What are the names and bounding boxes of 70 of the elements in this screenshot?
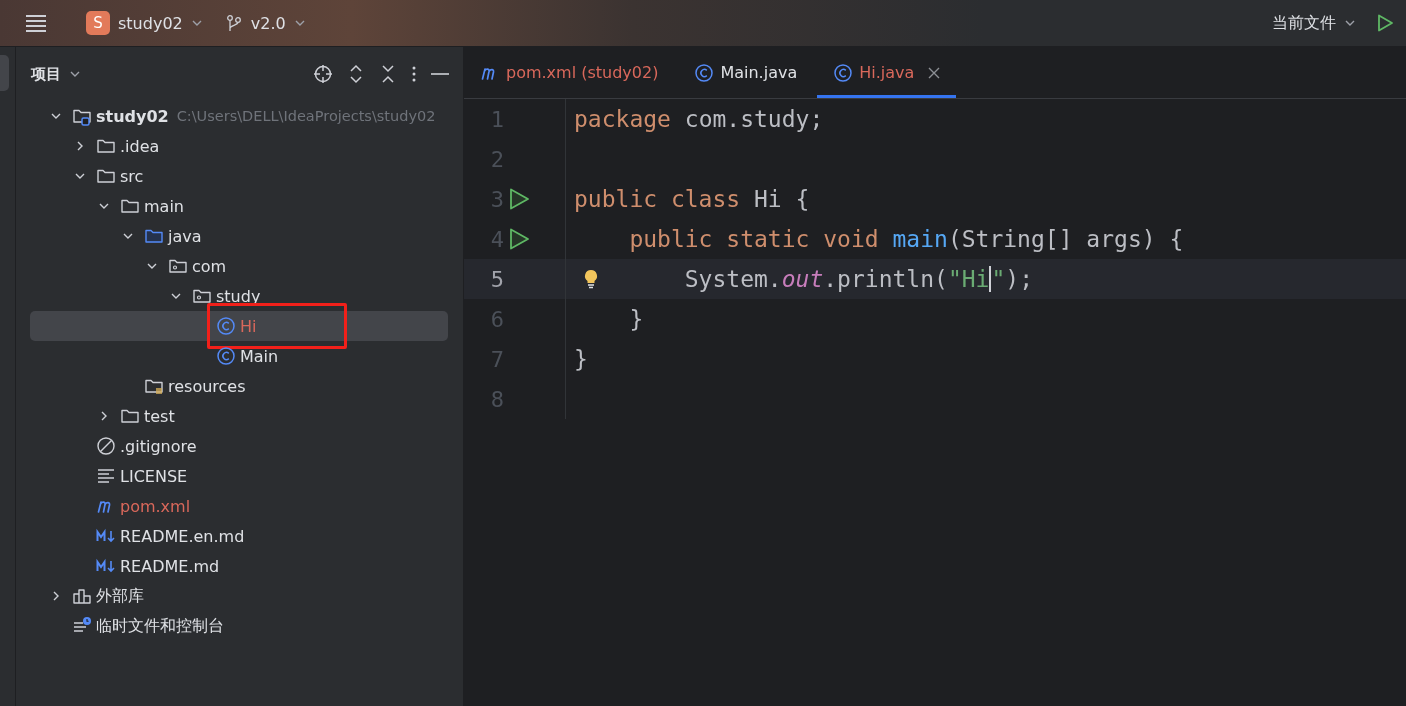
class-icon [216,316,236,336]
project-name[interactable]: study02 [118,13,183,33]
minimize-icon[interactable] [431,72,449,76]
run-icon[interactable] [1376,13,1394,33]
tree-item[interactable]: main [30,191,448,221]
editor-tab[interactable]: Hi.java [817,47,957,98]
tree-item[interactable]: README.en.md [30,521,448,551]
text-file-icon [96,466,116,486]
tree-item-label: README.en.md [120,526,245,546]
tree-item[interactable]: study [30,281,448,311]
class-icon [833,62,854,83]
branch-icon[interactable] [224,14,243,32]
tree-item-label: 外部库 [96,585,144,607]
tree-item-label: study [216,286,261,306]
tree-item[interactable]: com [30,251,448,281]
library-icon [72,586,92,606]
tree-item-label: resources [168,376,246,396]
tree-item-label: Hi [240,316,257,336]
tree-item[interactable]: java [30,221,448,251]
lightbulb-icon[interactable] [583,269,599,289]
tree-item-label: 临时文件和控制台 [96,615,224,637]
tree-item[interactable]: LICENSE [30,461,448,491]
line-number: 5 [489,266,504,292]
tree-item-label: java [168,226,202,246]
collapse-all-icon[interactable] [379,64,397,84]
ignore-icon [96,436,116,456]
tree-item[interactable]: study02 C:\Users\DELL\IdeaProjects\study02 [30,101,448,131]
run-icon[interactable] [508,227,530,251]
editor-tab[interactable]: Main.java [678,47,814,98]
class-icon [216,346,236,366]
tree-item[interactable]: Main [30,341,448,371]
tree-item-label: README.md [120,556,220,576]
code-line: public static void main(String[] args) { [629,225,1184,254]
tree-item-label: main [144,196,184,216]
tree-item-label: LICENSE [120,466,188,486]
tree-item-label: src [120,166,144,186]
tree-item[interactable]: resources [30,371,448,401]
run-configuration[interactable]: 当前文件 [1272,12,1336,34]
tree-item[interactable]: pom.xml [30,491,448,521]
code-line: } [574,345,588,374]
tree-item[interactable]: README.md [30,551,448,581]
tree-item[interactable]: test [30,401,448,431]
code-line: } [629,305,644,334]
code-line: public class Hi { [574,185,810,214]
close-icon[interactable] [928,66,941,79]
tree-item-label: study02 [96,106,169,126]
class-icon [694,62,715,83]
tree-item-label: .gitignore [120,436,197,456]
run-icon[interactable] [508,187,530,211]
tree-item-label: test [144,406,175,426]
more-icon[interactable] [411,65,417,83]
tree-item-label: Main [240,346,279,366]
tree-item-label: com [192,256,227,276]
tree-item[interactable]: 临时文件和控制台 [30,611,448,641]
tree-item[interactable]: .gitignore [30,431,448,461]
menu-icon[interactable] [24,13,48,33]
branch-name[interactable]: v2.0 [250,13,286,33]
tree-item-label: .idea [120,136,160,156]
expand-all-icon[interactable] [347,64,365,84]
tree-item-label: pom.xml [120,496,191,516]
tree-item[interactable]: .idea [30,131,448,161]
project-path: C:\Users\DELL\IdeaProjects\study02 [176,108,436,124]
code-line: package com.study; [574,105,824,134]
panel-title[interactable]: 项目 [31,64,61,84]
text-caret [989,266,992,292]
code-line: System.out.println("Hi"); [684,265,1033,294]
tree-item[interactable]: src [30,161,448,191]
locate-icon[interactable] [313,64,333,84]
tree-item[interactable]: 外部库 [30,581,448,611]
editor-tab[interactable]: pom.xml (study02) [464,47,675,98]
